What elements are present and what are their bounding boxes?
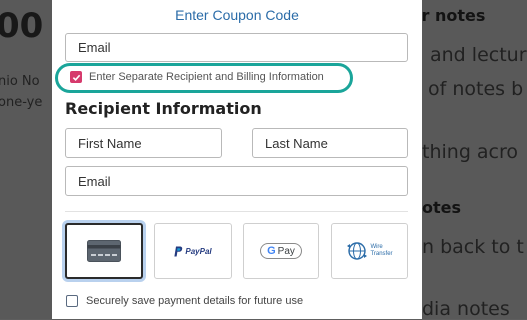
save-payment-label: Securely save payment details for future… <box>86 295 304 307</box>
last-name-placeholder: Last Name <box>265 135 328 151</box>
wire-transfer-text: Wire Transfer <box>370 244 392 258</box>
separate-info-label: Enter Separate Recipient and Billing Inf… <box>89 71 324 83</box>
checkmark-icon <box>72 74 80 81</box>
payment-method-gpay[interactable]: G Pay <box>243 223 319 279</box>
wire-text-line2: Transfer <box>370 251 393 257</box>
enter-coupon-link[interactable]: Enter Coupon Code <box>52 7 422 23</box>
recipient-email-field[interactable]: Email <box>65 166 408 196</box>
google-g-icon: G <box>267 245 276 257</box>
google-pay-logo: G Pay <box>260 243 302 259</box>
save-payment-option[interactable]: Securely save payment details for future… <box>66 295 303 307</box>
separate-info-option[interactable]: Enter Separate Recipient and Billing Inf… <box>70 71 324 83</box>
credit-card-icon <box>87 240 121 262</box>
wire-text-line1: Wire <box>370 244 383 250</box>
paypal-text: PayPal <box>185 246 212 256</box>
recipient-heading: Recipient Information <box>65 99 262 118</box>
payment-method-card[interactable] <box>65 223 143 279</box>
payment-method-paypal[interactable]: PayPal <box>154 223 232 279</box>
first-name-field[interactable]: First Name <box>65 128 222 158</box>
paypal-logo: PayPal <box>174 246 212 257</box>
divider <box>65 211 408 212</box>
wire-transfer-logo: Wire Transfer <box>346 241 393 261</box>
email-placeholder: Email <box>78 40 111 55</box>
paypal-p-icon <box>174 246 183 256</box>
separate-info-checkbox[interactable] <box>70 71 82 83</box>
payment-method-wire[interactable]: Wire Transfer <box>331 223 408 279</box>
save-payment-checkbox[interactable] <box>66 295 78 307</box>
gpay-text: Pay <box>277 245 295 257</box>
first-name-placeholder: First Name <box>78 135 142 151</box>
email-field[interactable]: Email <box>65 33 408 62</box>
last-name-field[interactable]: Last Name <box>252 128 408 158</box>
recipient-email-placeholder: Email <box>78 173 111 189</box>
checkout-modal: Enter Coupon Code Email Enter Separate R… <box>52 0 422 319</box>
wire-transfer-icon <box>347 242 368 260</box>
